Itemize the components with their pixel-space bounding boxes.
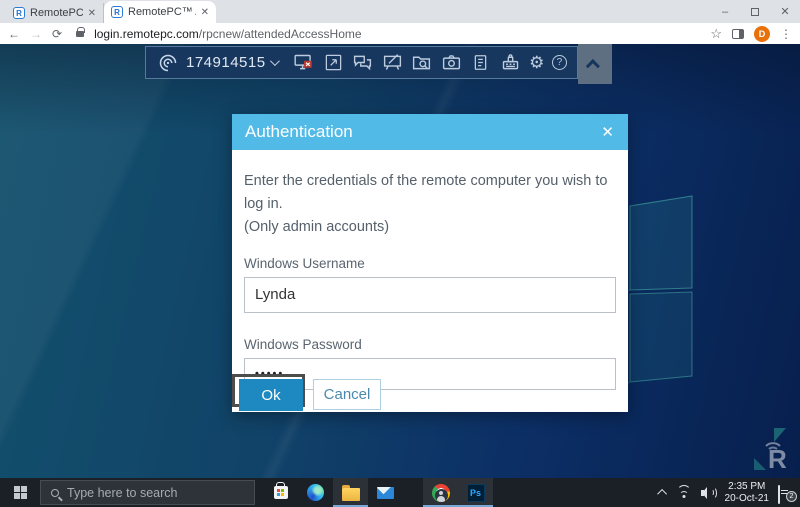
back-icon[interactable]: ←	[8, 27, 20, 41]
taskbar-apps: Ps	[255, 478, 493, 507]
window-controls: – ✕	[710, 0, 800, 23]
help-icon[interactable]: ?	[552, 55, 567, 70]
tab-title: RemotePC™ - Compu	[30, 7, 83, 19]
address-bar-actions: ☆ D ⋮	[710, 26, 792, 42]
dialog-instruction: Enter the credentials of the remote comp…	[244, 170, 616, 240]
taskbar-photoshop[interactable]: Ps	[458, 478, 493, 507]
disconnect-monitor-icon[interactable]	[293, 52, 315, 74]
start-icon	[14, 486, 27, 499]
file-search-icon[interactable]	[411, 52, 433, 74]
taskbar-mail[interactable]	[368, 478, 403, 507]
username-field[interactable]	[244, 277, 616, 313]
tray-date: 20-Oct-21	[725, 493, 769, 505]
lock-icon[interactable]	[76, 31, 84, 37]
windows-logo-wallpaper	[600, 184, 800, 444]
start-button[interactable]	[0, 478, 40, 507]
tab-strip: R RemotePC™ - Compu ✕ R RemotePC™ Attend…	[0, 0, 800, 23]
instruction-line-2: (Only admin accounts)	[244, 216, 616, 239]
dialog-close-icon[interactable]: ✕	[601, 123, 614, 141]
tab-remotepc-computer[interactable]: R RemotePC™ - Compu ✕	[6, 3, 104, 23]
screenshot-icon[interactable]	[440, 52, 462, 74]
tray-time: 2:35 PM	[725, 481, 769, 493]
close-icon[interactable]: ✕	[770, 0, 800, 23]
taskbar-file-explorer[interactable]	[333, 478, 368, 507]
taskbar-chrome[interactable]	[423, 478, 458, 507]
browser-window: R RemotePC™ - Compu ✕ R RemotePC™ Attend…	[0, 0, 800, 507]
username-label: Windows Username	[244, 256, 616, 271]
cancel-button[interactable]: Cancel	[313, 379, 381, 410]
ok-button[interactable]: Ok	[239, 379, 303, 411]
whiteboard-icon[interactable]	[381, 52, 403, 74]
dialog-buttons: Ok Cancel	[232, 373, 628, 413]
chevron-down-icon	[270, 56, 280, 66]
dialog-header: Authentication ✕	[232, 114, 628, 150]
tab-close-icon[interactable]: ✕	[88, 8, 96, 19]
search-placeholder: Type here to search	[67, 486, 177, 500]
toolbar-collapse-button[interactable]	[578, 44, 612, 84]
profile-person-icon	[435, 489, 448, 502]
fullscreen-icon[interactable]	[322, 52, 344, 74]
session-id: 174914515	[186, 54, 266, 71]
address-bar: ← → ⟳ login.remotepc.com/rpcnew/attended…	[0, 23, 800, 44]
chevron-up-icon	[586, 59, 600, 73]
bookmark-star-icon[interactable]: ☆	[710, 26, 722, 42]
toolbar-icons: ⚙ ?	[293, 52, 567, 74]
chat-icon[interactable]	[352, 52, 374, 74]
password-label: Windows Password	[244, 337, 616, 352]
remotepc-watermark: R	[752, 424, 794, 474]
url-path: /rpcnew/attendedAccessHome	[199, 27, 362, 41]
store-icon	[274, 486, 288, 499]
url-text[interactable]: login.remotepc.com/rpcnew/attendedAccess…	[94, 27, 700, 41]
profile-avatar[interactable]: D	[754, 26, 770, 42]
system-tray: 2:35 PM 20-Oct-21 2	[660, 478, 800, 507]
authentication-dialog: Authentication ✕ Enter the credentials o…	[232, 114, 628, 412]
dialog-title: Authentication	[245, 122, 353, 142]
ctrl-alt-del-icon[interactable]	[500, 52, 522, 74]
instruction-line-1: Enter the credentials of the remote comp…	[244, 170, 616, 216]
tray-clock[interactable]: 2:35 PM 20-Oct-21	[725, 481, 769, 505]
settings-gear-icon[interactable]: ⚙	[529, 54, 544, 71]
side-panel-icon[interactable]	[732, 29, 744, 39]
forward-icon[interactable]: →	[30, 27, 42, 41]
photoshop-icon: Ps	[467, 484, 485, 502]
watermark-letter: R	[768, 444, 787, 474]
remote-session-toolbar: 174914515	[145, 46, 578, 79]
minimize-icon[interactable]: –	[710, 0, 740, 23]
taskbar-store[interactable]	[263, 478, 298, 507]
speaker-icon[interactable]	[701, 487, 716, 499]
file-explorer-icon	[342, 488, 360, 501]
remotepc-favicon-icon: R	[13, 7, 25, 19]
remotepc-favicon-icon: R	[111, 6, 123, 18]
notes-icon[interactable]	[470, 52, 492, 74]
menu-kebab-icon[interactable]: ⋮	[780, 27, 792, 41]
tab-remotepc-attended[interactable]: R RemotePC™ Attended ✕	[104, 1, 216, 23]
mail-icon	[377, 487, 394, 499]
remotepc-logo-icon	[158, 53, 178, 73]
wifi-icon[interactable]	[676, 487, 692, 499]
session-id-dropdown[interactable]: 174914515	[186, 54, 277, 71]
taskbar: Type here to search Ps	[0, 478, 800, 507]
dialog-body: Enter the credentials of the remote comp…	[232, 150, 628, 390]
taskbar-edge[interactable]	[298, 478, 333, 507]
action-center-icon[interactable]: 2	[778, 486, 794, 500]
url-host: login.remotepc.com	[94, 27, 199, 41]
tab-close-icon[interactable]: ✕	[201, 7, 209, 18]
taskbar-search[interactable]: Type here to search	[40, 480, 255, 505]
edge-icon	[307, 484, 324, 501]
maximize-icon[interactable]	[740, 0, 770, 23]
notification-badge: 2	[786, 491, 797, 502]
refresh-icon[interactable]: ⟳	[52, 27, 62, 41]
tab-title: RemotePC™ Attended	[128, 6, 196, 18]
remote-desktop-viewport: 174914515	[0, 44, 800, 478]
chrome-icon	[432, 484, 450, 502]
search-icon	[51, 489, 59, 497]
tray-chevron-icon[interactable]	[657, 489, 667, 499]
